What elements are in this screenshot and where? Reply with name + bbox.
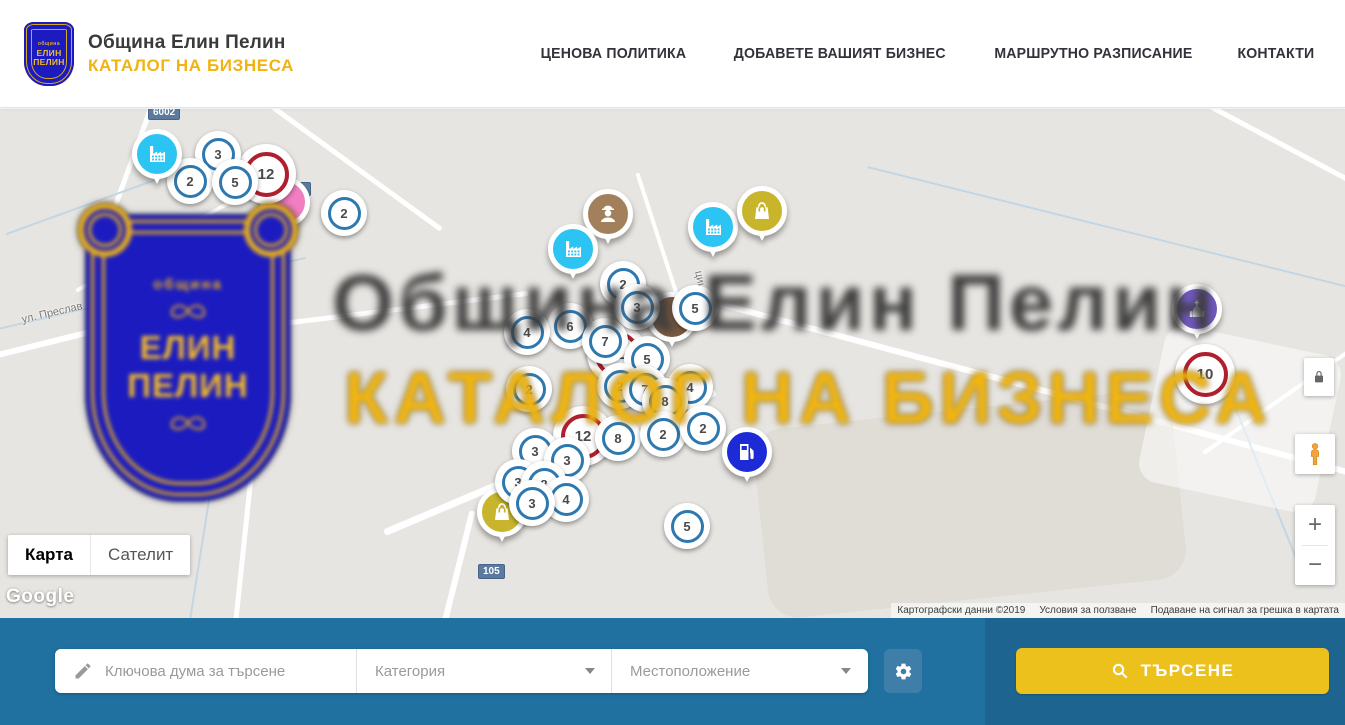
search-fields: Категория Местоположение (55, 649, 868, 693)
category-dropdown[interactable]: Категория (357, 649, 612, 693)
pegman-icon (1304, 441, 1326, 467)
map-pin-fuel[interactable] (722, 427, 772, 477)
map-cluster-marker[interactable]: 3 (614, 284, 660, 330)
map-cluster-marker[interactable]: 5 (212, 159, 258, 205)
google-map[interactable]: ул. Преславбул. „Новоселции“6002105 1212… (0, 109, 1345, 618)
nav-item-contacts[interactable]: КОНТАКТИ (1238, 45, 1315, 62)
google-logo[interactable]: Google (6, 586, 74, 608)
municipality-crest-logo: община ЕЛИН ПЕЛИН (24, 22, 74, 86)
site-logo[interactable]: община ЕЛИН ПЕЛИН Община Елин Пелин КАТА… (0, 22, 294, 86)
zoom-control: + − (1295, 505, 1335, 585)
map-type-control: Карта Сателит (8, 535, 190, 575)
search-icon (1111, 662, 1129, 680)
map-cluster-marker[interactable]: 5 (664, 503, 710, 549)
map-type-map-button[interactable]: Карта (8, 535, 90, 575)
map-cluster-marker[interactable]: 2 (321, 190, 367, 236)
map-attribution: Картографски данни ©2019 Условия за полз… (891, 603, 1345, 618)
zoom-in-button[interactable]: + (1295, 505, 1335, 545)
crest-word-obshtina: община (38, 41, 60, 47)
location-dropdown-label: Местоположение (630, 663, 750, 680)
nav-item-pricing[interactable]: ЦЕНОВА ПОЛИТИКА (541, 45, 687, 62)
keyword-input[interactable] (105, 663, 356, 680)
zoom-out-button[interactable]: − (1295, 546, 1335, 586)
search-bar: Категория Местоположение ТЪРСЕНЕ (0, 618, 1345, 725)
map-cluster-marker[interactable]: 7 (582, 318, 628, 364)
map-cluster-marker[interactable]: 3 (509, 480, 555, 526)
search-button[interactable]: ТЪРСЕНЕ (1016, 648, 1329, 694)
page: община ЕЛИН ПЕЛИН Община Елин Пелин КАТА… (0, 0, 1345, 725)
main-nav: ЦЕНОВА ПОЛИТИКА ДОБАВЕТЕ ВАШИЯТ БИЗНЕС М… (536, 45, 1345, 62)
map-cluster-marker[interactable]: 2 (506, 366, 552, 412)
category-dropdown-label: Категория (375, 663, 445, 680)
gear-icon (894, 662, 913, 681)
site-title-line1: Община Елин Пелин (88, 32, 294, 54)
attribution-report-link[interactable]: Подаване на сигнал за грешка в картата (1151, 605, 1339, 616)
location-dropdown[interactable]: Местоположение (612, 649, 867, 693)
lock-button[interactable] (1304, 358, 1334, 396)
pencil-icon (73, 661, 93, 681)
map-cluster-marker[interactable]: 2 (680, 405, 726, 451)
site-title-line2: КАТАЛОГ НА БИЗНЕСА (88, 56, 294, 76)
nav-item-schedule[interactable]: МАРШРУТНО РАЗПИСАНИЕ (995, 45, 1193, 62)
site-title: Община Елин Пелин КАТАЛОГ НА БИЗНЕСА (88, 32, 294, 76)
street-view-pegman-button[interactable] (1295, 434, 1335, 474)
attribution-terms-link[interactable]: Условия за ползване (1039, 605, 1136, 616)
map-cluster-marker[interactable]: 5 (672, 285, 718, 331)
map-cluster-marker[interactable]: 2 (640, 411, 686, 457)
map-pin-bag[interactable] (737, 186, 787, 236)
map-pin-church[interactable] (1172, 284, 1222, 334)
markers-layer: 1212325223564752274812822333843510 (0, 109, 1345, 618)
map-pin-factory[interactable] (548, 224, 598, 274)
keyword-field (55, 649, 357, 693)
map-cluster-marker[interactable]: 4 (504, 309, 550, 355)
map-pin-factory[interactable] (688, 202, 738, 252)
chevron-down-icon (841, 668, 851, 674)
lock-icon (1311, 369, 1327, 385)
nav-item-add-business[interactable]: ДОБАВЕТЕ ВАШИЯТ БИЗНЕС (734, 45, 946, 62)
attribution-copyright: Картографски данни ©2019 (897, 605, 1025, 616)
header: община ЕЛИН ПЕЛИН Община Елин Пелин КАТА… (0, 0, 1345, 108)
crest-word-pelin: ПЕЛИН (33, 58, 65, 67)
map-pin-factory[interactable] (132, 129, 182, 179)
map-cluster-marker[interactable]: 10 (1175, 344, 1235, 404)
map-type-satellite-button[interactable]: Сателит (90, 535, 190, 575)
advanced-search-button[interactable] (884, 649, 922, 693)
chevron-down-icon (585, 668, 595, 674)
map-cluster-marker[interactable]: 8 (595, 415, 641, 461)
search-button-label: ТЪРСЕНЕ (1141, 661, 1235, 681)
